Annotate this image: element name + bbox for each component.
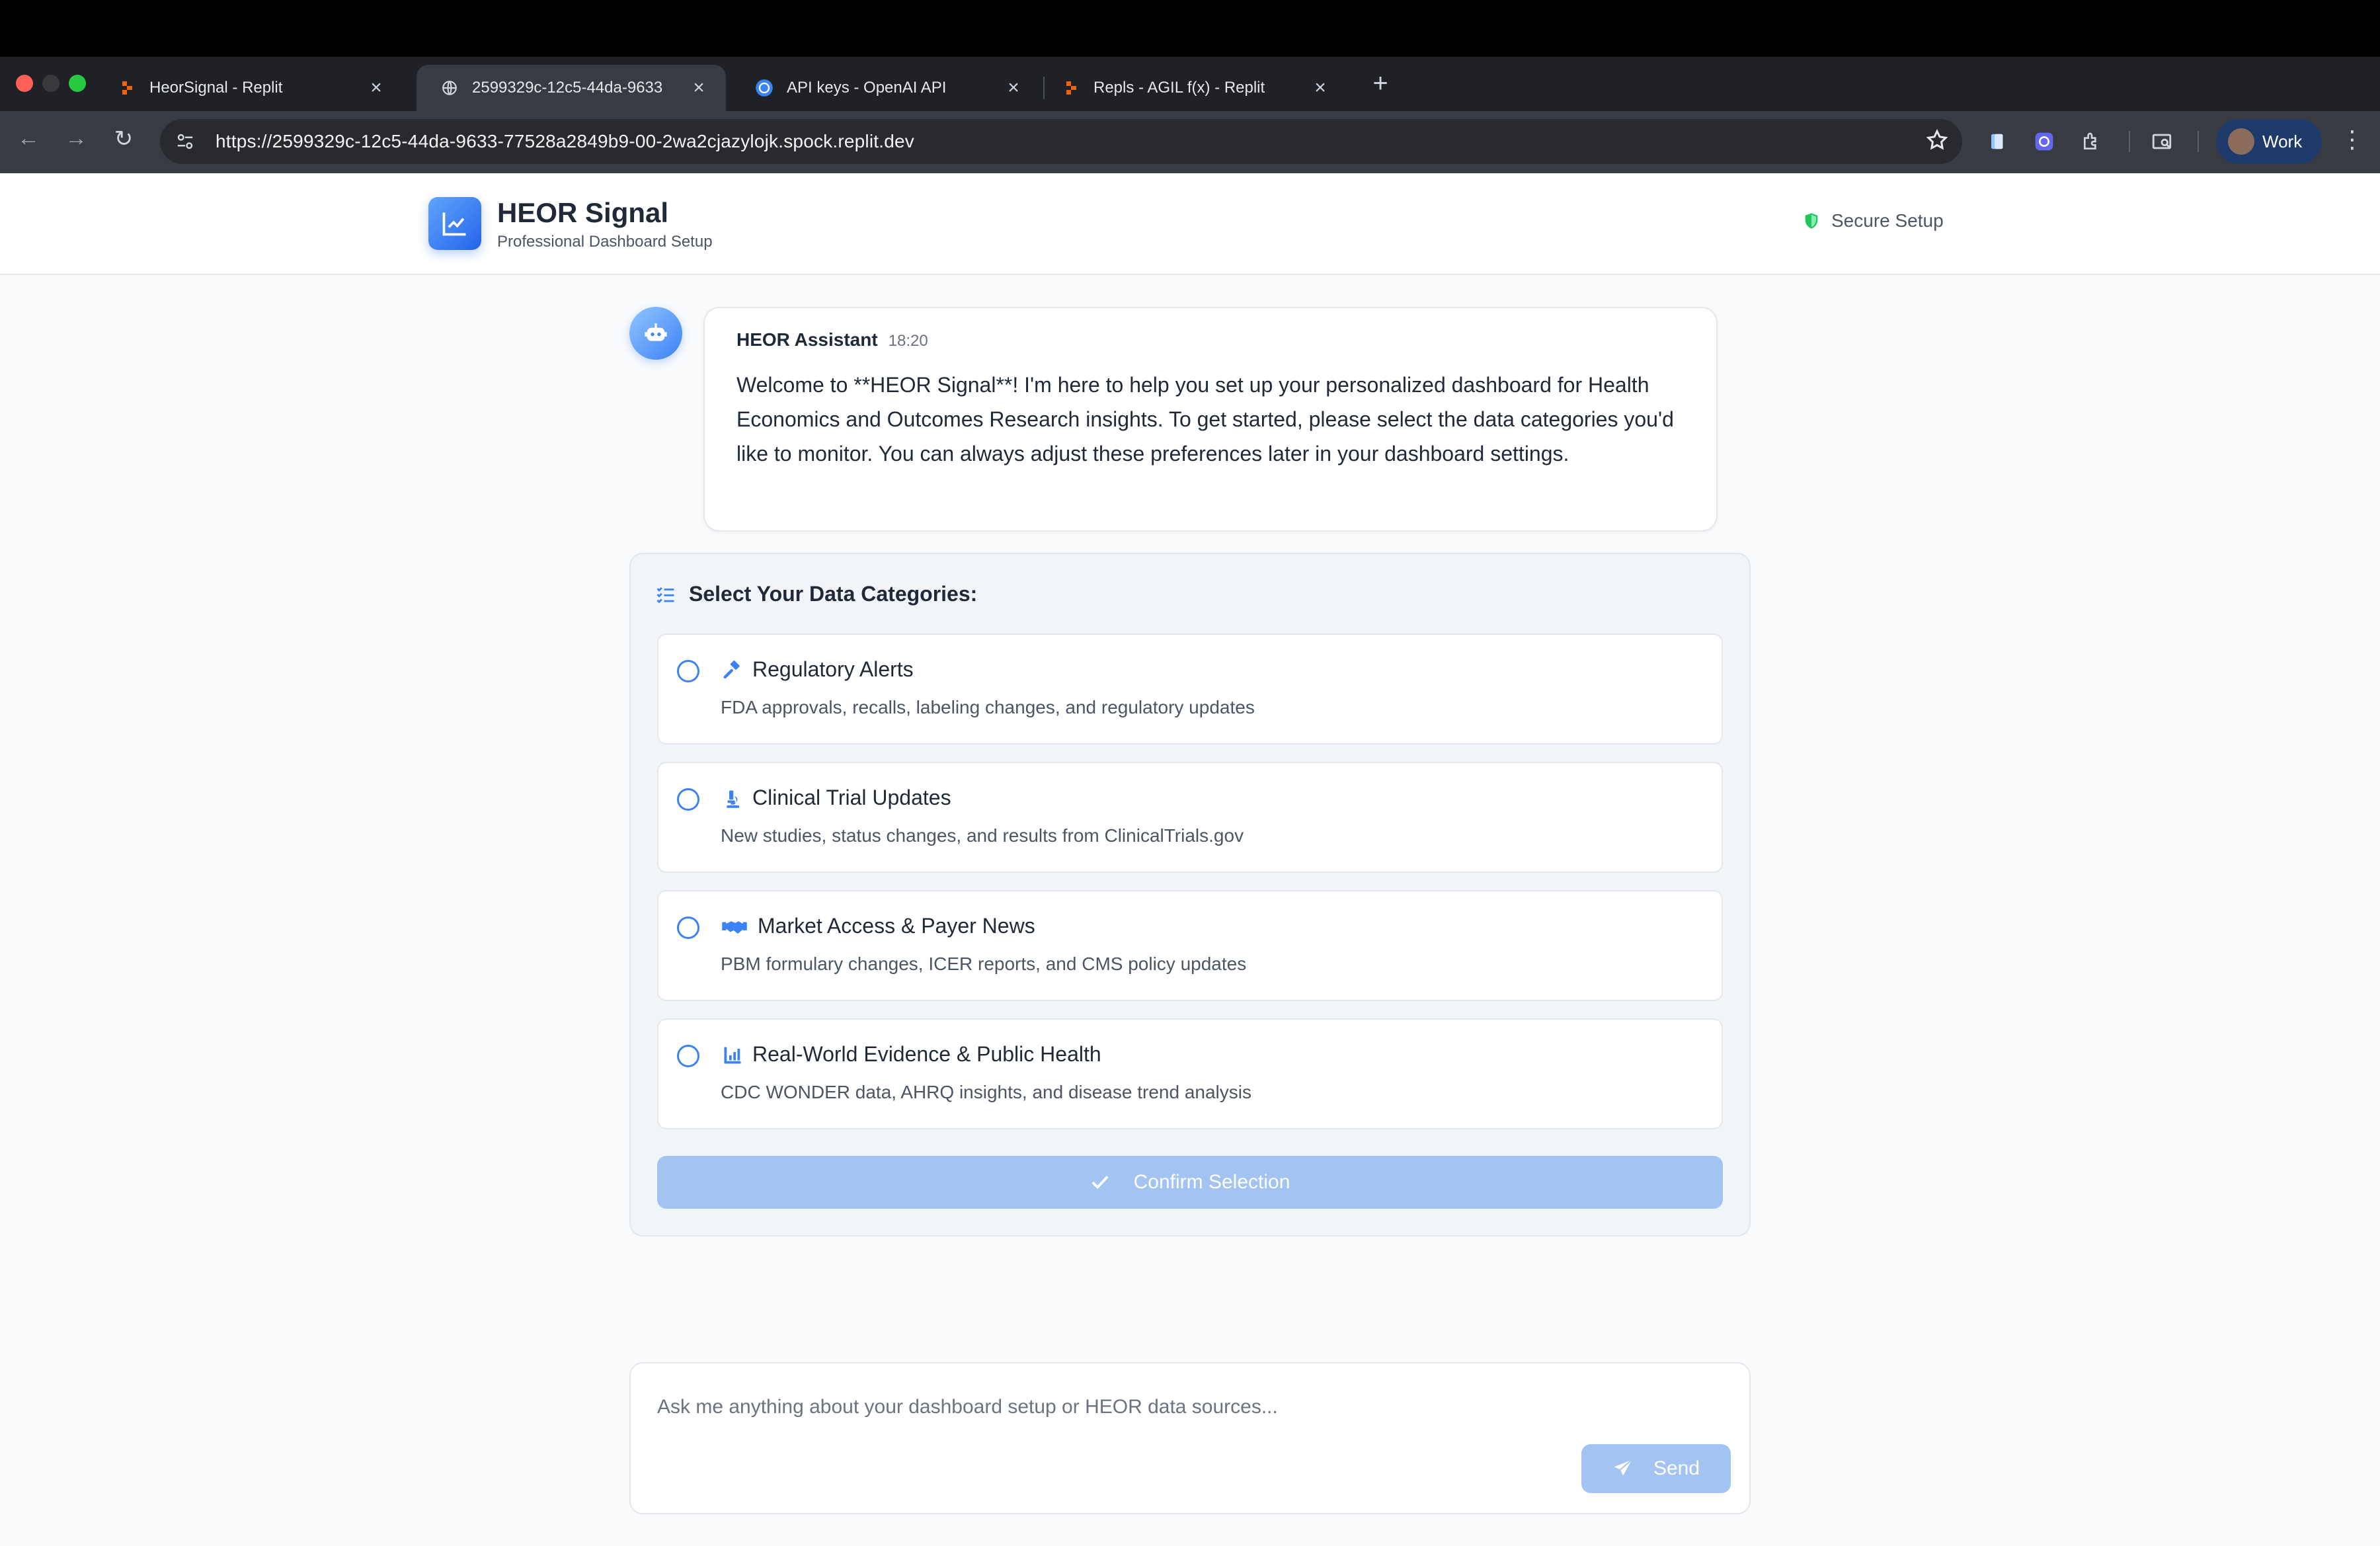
message-text: Welcome to **HEOR Signal**! I'm here to … — [736, 373, 1674, 466]
option-description: CDC WONDER data, AHRQ insights, and dise… — [721, 1082, 1251, 1102]
category-heading-text: Select Your Data Categories: — [689, 582, 978, 606]
app-logo-chart-icon — [428, 197, 481, 250]
tab-close-icon[interactable]: × — [1002, 77, 1025, 99]
secure-setup-indicator: Secure Setup — [1802, 210, 1944, 231]
secure-setup-label: Secure Setup — [1831, 210, 1944, 231]
confirm-selection-button[interactable]: Confirm Selection — [657, 1156, 1723, 1209]
tab-close-icon[interactable]: × — [365, 77, 387, 99]
paper-plane-icon — [1614, 1459, 1632, 1476]
address-bar[interactable]: https://2599329c-12c5-44da-9633-77528a28… — [160, 119, 1962, 164]
tab-close-icon[interactable]: × — [688, 77, 710, 99]
robot-icon — [629, 307, 682, 360]
chart-icon — [721, 1043, 744, 1067]
option-title: Market Access & Payer News — [758, 914, 1035, 938]
tab-title: API keys - OpenAI API — [787, 79, 947, 97]
browser-menu-icon[interactable]: ⋮ — [2340, 126, 2364, 153]
chat-input-area: Send — [629, 1362, 1751, 1514]
replit-icon — [118, 79, 136, 97]
tab-search-icon[interactable] — [2147, 127, 2176, 156]
tab-title: HeorSignal - Replit — [149, 79, 283, 97]
forward-arrow-icon[interactable]: → — [60, 126, 93, 151]
puzzle-extensions-icon[interactable] — [2077, 127, 2106, 156]
openai-icon — [755, 79, 774, 97]
window-close-button[interactable] — [16, 75, 33, 92]
category-option-market-access[interactable]: Market Access & Payer News PBM formulary… — [657, 890, 1723, 1001]
option-description: New studies, status changes, and results… — [721, 825, 1244, 846]
assistant-message: HEOR Assistant 18:20 Welcome to **HEOR S… — [703, 307, 1718, 532]
browser-tab[interactable]: API keys - OpenAI API × — [731, 65, 1041, 111]
app-subtitle: Professional Dashboard Setup — [497, 233, 713, 251]
radio-real-world-evidence[interactable] — [677, 1045, 699, 1067]
gavel-icon — [721, 659, 744, 682]
send-label: Send — [1653, 1457, 1700, 1479]
message-timestamp: 18:20 — [888, 332, 928, 350]
microscope-icon — [721, 787, 744, 811]
category-option-clinical-trials[interactable]: Clinical Trial Updates New studies, stat… — [657, 762, 1723, 873]
option-title: Real-World Evidence & Public Health — [752, 1042, 1101, 1066]
option-title: Clinical Trial Updates — [752, 786, 951, 809]
avatar — [2228, 128, 2254, 155]
tab-close-icon[interactable]: × — [1309, 77, 1331, 99]
url-text: https://2599329c-12c5-44da-9633-77528a28… — [216, 131, 914, 151]
window-minimize-button[interactable] — [42, 75, 60, 92]
toolbar-separator — [2198, 131, 2199, 152]
category-option-real-world-evidence[interactable]: Real-World Evidence & Public Health CDC … — [657, 1018, 1723, 1129]
document-extension-icon[interactable] — [1983, 127, 2012, 156]
site-settings-icon[interactable] — [172, 128, 198, 155]
checklist-icon — [656, 587, 674, 603]
replit-icon — [1062, 79, 1080, 97]
option-description: FDA approvals, recalls, labeling changes… — [721, 697, 1255, 717]
browser-tab[interactable]: Repls - AGIL f(x) - Replit × — [1038, 65, 1347, 111]
tab-title: 2599329c-12c5-44da-9633 — [472, 79, 663, 97]
app-header — [0, 173, 2380, 275]
profile-button[interactable]: Work — [2216, 119, 2322, 164]
radio-regulatory[interactable] — [677, 660, 699, 682]
app-title: HEOR Signal — [497, 197, 669, 228]
radio-market-access[interactable] — [677, 916, 699, 939]
back-arrow-icon[interactable]: ← — [12, 126, 45, 151]
os-menu-bar — [0, 0, 2380, 57]
bookmark-star-icon[interactable] — [1925, 128, 1949, 155]
message-author: HEOR Assistant — [736, 329, 878, 350]
new-tab-button[interactable]: + — [1367, 69, 1394, 99]
shield-icon — [1805, 213, 1818, 229]
chat-input[interactable] — [657, 1387, 1688, 1427]
profile-label: Work — [2262, 131, 2303, 151]
category-option-regulatory[interactable]: Regulatory Alerts FDA approvals, recalls… — [657, 633, 1723, 745]
tab-title: Repls - AGIL f(x) - Replit — [1093, 79, 1265, 97]
handshake-icon — [721, 915, 748, 939]
check-icon — [1091, 1175, 1109, 1190]
window-zoom-button[interactable] — [69, 75, 86, 92]
category-panel-heading: Select Your Data Categories: — [654, 582, 977, 606]
globe-icon — [440, 79, 459, 97]
reload-icon[interactable]: ↻ — [107, 126, 140, 152]
option-title: Regulatory Alerts — [752, 657, 914, 681]
confirm-label: Confirm Selection — [1133, 1171, 1290, 1193]
radio-clinical-trials[interactable] — [677, 788, 699, 811]
browser-tab[interactable]: HeorSignal - Replit × — [94, 65, 403, 111]
extension-gear-icon[interactable] — [2030, 127, 2059, 156]
toolbar-separator — [2129, 131, 2130, 152]
send-button[interactable]: Send — [1581, 1444, 1731, 1493]
option-description: PBM formulary changes, ICER reports, and… — [721, 954, 1247, 974]
browser-tab-active[interactable]: 2599329c-12c5-44da-9633 × — [416, 65, 726, 111]
